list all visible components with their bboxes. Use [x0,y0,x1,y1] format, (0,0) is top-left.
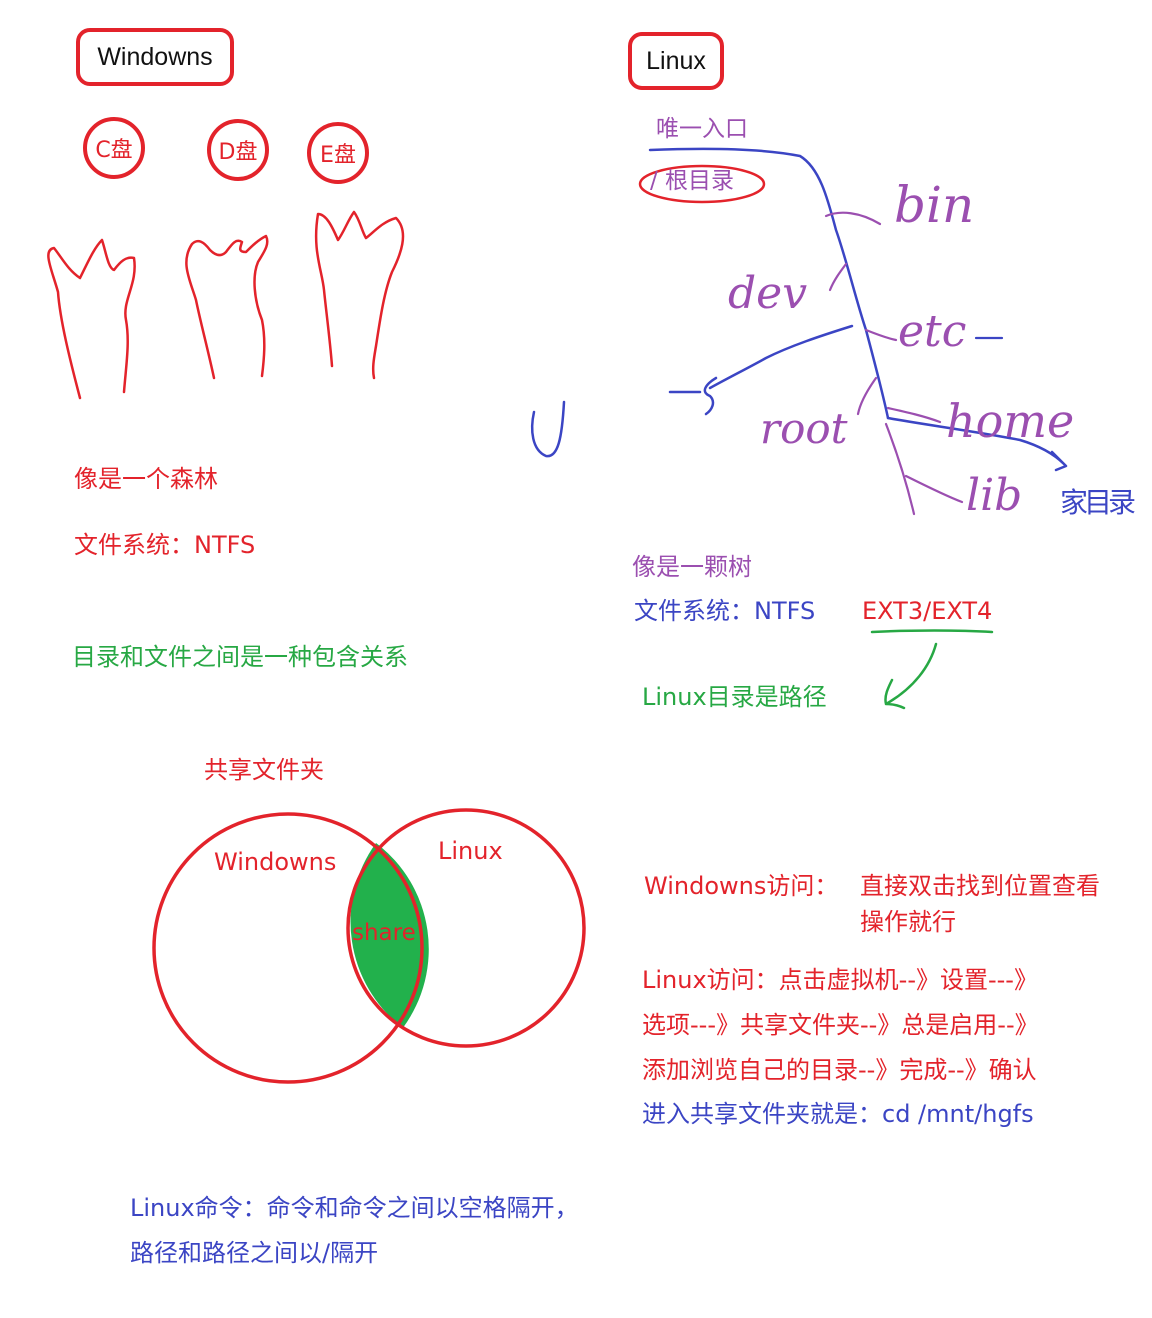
venn-label-linux: Linux [438,837,503,865]
drive-c-label: C盘 [95,138,133,163]
windows-forest-note: 像是一个森林 [74,465,218,493]
tree-branch-etc [864,328,898,342]
dir-root-label: root [760,404,848,453]
linux-access-line-1: Linux访问：点击虚拟机--》设置---》 [642,966,1038,994]
tree-branch-root [856,376,878,416]
linux-root-label: / 根目录 [650,168,735,194]
windows-access-label: Windowns访问： [644,872,839,900]
dir-lib-label: lib [966,470,1023,521]
linux-title: Linux [646,46,706,75]
linux-access-line-4: 进入共享文件夹就是：cd /mnt/hgfs [642,1100,1034,1128]
linux-access-line-2: 选项---》共享文件夹--》总是启用--》 [642,1011,1039,1039]
windows-access-text-2: 操作就行 [860,908,956,936]
drive-e-circle: E盘 [307,122,369,184]
dir-etc-label: etc [898,306,967,357]
windows-title-box: Windowns [76,28,234,86]
linux-fs-label: 文件系统：NTFS [634,597,816,625]
dir-home-label: home [946,394,1075,448]
home-dir-note: 家目录 [1060,486,1136,519]
drive-d-circle: D盘 [207,119,269,181]
ext-arrow-sketch [870,629,994,710]
tree-sketch-c [47,238,136,400]
windows-relation-note: 目录和文件之间是一种包含关系 [72,643,408,671]
windows-access-text-1: 直接双击找到位置查看 [860,872,1100,900]
tree-branch-dev-tick [828,262,848,292]
windows-forest-sketch [47,210,405,400]
venn-label-share: share [352,920,416,946]
linux-tree-note: 像是一颗树 [632,553,752,581]
share-title: 共享文件夹 [204,756,324,784]
tree-branch-dev [668,324,854,416]
linux-path-note: Linux目录是路径 [642,683,827,711]
drive-d-label: D盘 [218,140,258,165]
linux-entry-label: 唯一入口 [656,116,748,142]
u-mark-stroke [530,400,566,458]
venn-label-windows: Windowns [214,848,337,876]
windows-fs-note: 文件系统：NTFS [74,531,256,559]
drive-c-circle: C盘 [83,117,145,179]
drive-e-label: E盘 [320,143,356,168]
linux-access-line-3: 添加浏览自己的目录--》完成--》确认 [642,1056,1037,1084]
linux-command-line-2: 路径和路径之间以/隔开 [130,1239,379,1267]
linux-fs-ext: EXT3/EXT4 [862,597,993,625]
dir-dev-label: dev [728,268,808,319]
windows-title: Windowns [97,42,213,71]
linux-command-line-1: Linux命令：命令和命令之间以空格隔开， [130,1194,579,1222]
tree-sketch-d [185,234,269,380]
dir-bin-label: bin [894,176,975,234]
linux-title-box: Linux [628,32,724,90]
tree-sketch-e [314,210,405,380]
linux-tree-sketch [530,147,1068,516]
